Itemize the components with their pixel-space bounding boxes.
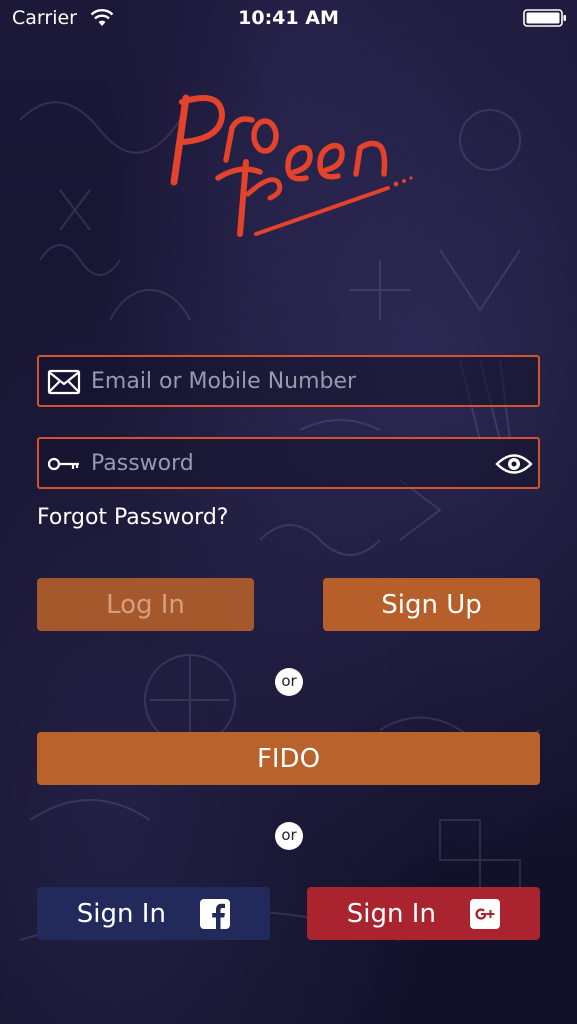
status-bar: Carrier 10:41 AM [0, 0, 577, 38]
or-divider: or [275, 668, 303, 696]
key-icon [47, 457, 79, 471]
facebook-icon [200, 898, 231, 929]
clock-time: 10:41 AM [238, 7, 339, 29]
login-button[interactable]: Log In [37, 578, 254, 631]
battery-icon [523, 9, 566, 27]
google-signin-label: Sign In [346, 898, 436, 929]
proteen-logo [170, 94, 413, 237]
signup-button[interactable]: Sign Up [323, 578, 540, 631]
facebook-signin-label: Sign In [76, 898, 166, 929]
email-input[interactable] [91, 363, 481, 399]
fido-button-label: FIDO [256, 743, 321, 774]
or-divider: or [275, 822, 303, 850]
password-field[interactable] [37, 437, 540, 489]
email-field[interactable] [37, 355, 540, 407]
fido-button[interactable]: FIDO [37, 732, 540, 785]
eye-icon[interactable] [495, 451, 533, 477]
google-plus-icon [470, 898, 501, 929]
login-button-label: Log In [106, 589, 185, 620]
password-input[interactable] [91, 445, 481, 481]
forgot-password-link[interactable]: Forgot Password? [37, 505, 228, 530]
signup-button-label: Sign Up [381, 589, 482, 620]
envelope-icon [47, 369, 81, 395]
google-signin-button[interactable]: Sign In [307, 887, 540, 940]
facebook-signin-button[interactable]: Sign In [37, 887, 270, 940]
